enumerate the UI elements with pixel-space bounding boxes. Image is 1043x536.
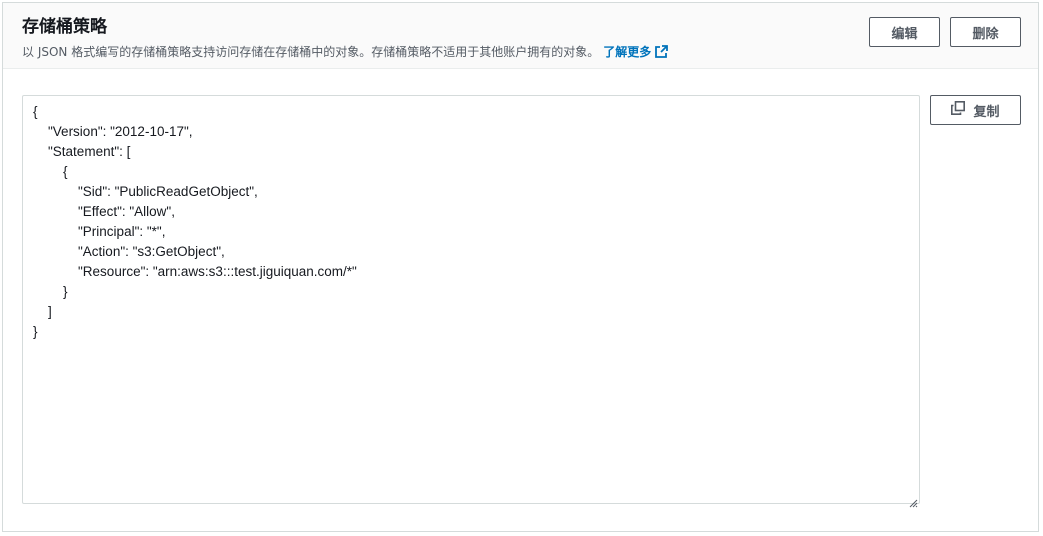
panel-description: 以 JSON 格式编写的存储桶策略支持访问存储在存储桶中的对象。存储桶策略不适用… [22, 44, 669, 62]
page-title: 存储桶策略 [22, 17, 107, 37]
copy-button[interactable]: 复制 [930, 95, 1021, 125]
copy-label: 复制 [973, 104, 1000, 120]
policy-editor[interactable]: { "Version": "2012-10-17", "Statement": … [22, 95, 920, 508]
copy-icon [951, 101, 966, 119]
external-link-icon [655, 45, 669, 62]
bucket-policy-panel: 存储桶策略 以 JSON 格式编写的存储桶策略支持访问存储在存储桶中的对象。存储… [2, 2, 1039, 532]
panel-header: 存储桶策略 以 JSON 格式编写的存储桶策略支持访问存储在存储桶中的对象。存储… [3, 3, 1038, 69]
learn-more-link[interactable]: 了解更多 [603, 45, 669, 62]
learn-more-label: 了解更多 [603, 45, 652, 59]
resize-handle-icon[interactable] [909, 493, 918, 508]
policy-json-text: { "Version": "2012-10-17", "Statement": … [33, 104, 357, 339]
description-text: 以 JSON 格式编写的存储桶策略支持访问存储在存储桶中的对象。存储桶策略不适用… [22, 45, 600, 59]
edit-button[interactable]: 编辑 [869, 17, 940, 47]
delete-button[interactable]: 删除 [950, 17, 1021, 47]
